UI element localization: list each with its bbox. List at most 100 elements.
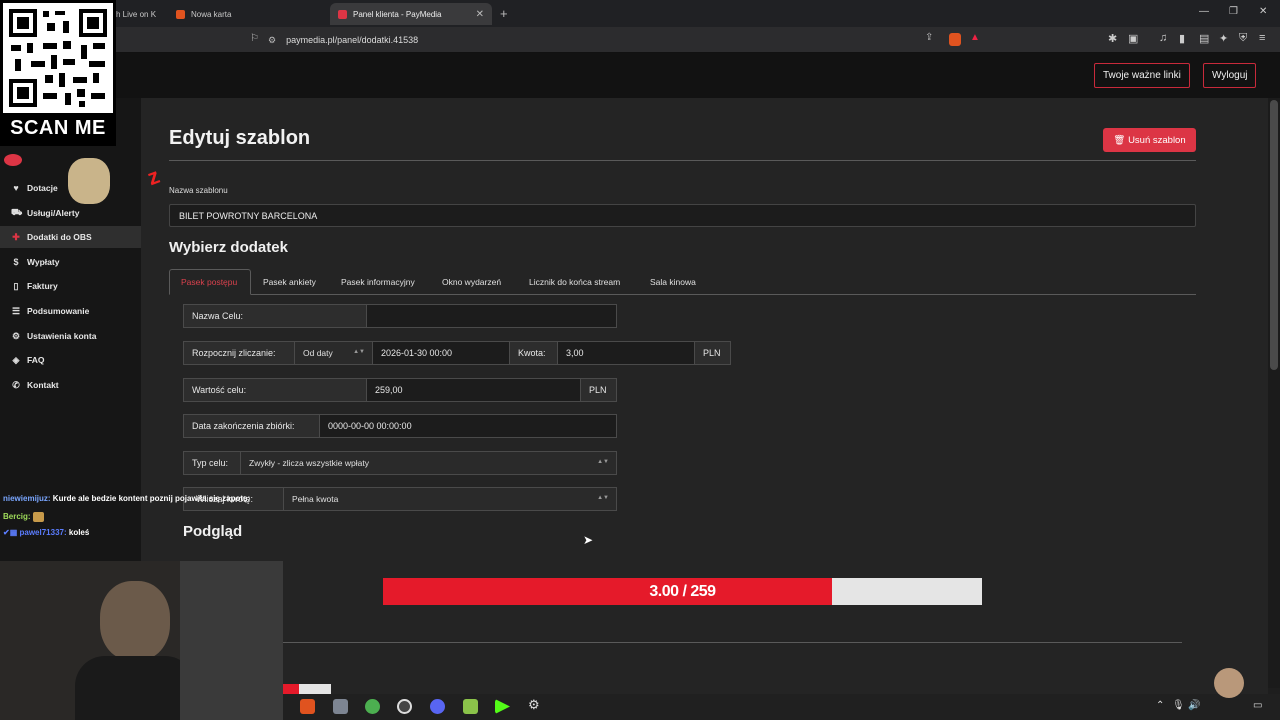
dollar-icon: $ <box>13 257 19 267</box>
screenshot-icon[interactable]: ▣ <box>1128 32 1138 45</box>
addon-tabs: Pasek postępu Pasek ankiety Pasek inform… <box>169 269 1196 295</box>
files-taskbar-icon[interactable] <box>333 699 348 714</box>
sidebar-item-label: Usługi/Alerty <box>27 208 80 218</box>
sidebar-item-label: Dotacje <box>27 183 58 193</box>
chat-message: ✔▦ pawel71337: koleś <box>3 528 89 537</box>
start-mode-select[interactable]: Od daty ▲▼ <box>294 341 373 365</box>
template-name-input[interactable] <box>169 204 1196 227</box>
url-field[interactable]: ⚙ paymedia.pl/panel/dodatki.41538 <box>268 31 988 49</box>
heart-icon: ♥ <box>13 183 19 193</box>
start-date-input[interactable]: 2026-01-30 00:00 <box>372 341 510 365</box>
qr-code-overlay: SCAN ME <box>0 0 116 146</box>
menu-icon[interactable]: ≡ <box>1259 32 1265 44</box>
chat-text: koleś <box>68 528 90 537</box>
obs-taskbar-icon[interactable] <box>397 699 412 714</box>
ai-icon[interactable]: ✦ <box>1219 32 1228 45</box>
goal-type-select[interactable]: Zwykły - zlicza wszystkie wpłaty ▲▼ <box>240 451 617 475</box>
webcam-overlay <box>0 561 283 720</box>
url-text: paymedia.pl/panel/dodatki.41538 <box>286 35 419 45</box>
sidebar-item-settings[interactable]: ⚙ Ustawienia konta <box>0 325 141 347</box>
microphone-icon[interactable]: 🎙 <box>1172 700 1185 711</box>
app-taskbar-icon[interactable] <box>463 699 478 714</box>
browser-tab[interactable]: Nowa karta <box>168 3 328 25</box>
sidebar-item-contact[interactable]: ✆ Kontakt <box>0 374 141 396</box>
tab-cinema-room[interactable]: Sala kinowa <box>639 269 707 295</box>
settings-taskbar-icon[interactable]: ⚙ <box>528 697 540 713</box>
close-tab-icon[interactable]: ✕ <box>476 9 484 20</box>
tab-progress-bar[interactable]: Pasek postępu <box>169 269 251 295</box>
delete-template-label: Usuń szablon <box>1128 134 1186 146</box>
webcam-background <box>180 561 283 720</box>
start-counting-label: Rozpocznij zliczanie: <box>183 341 295 365</box>
os-taskbar: ⚙ ⌃ 🎙 🔊 ▭ <box>283 694 1280 720</box>
goal-value-input[interactable]: 259,00 <box>366 378 581 402</box>
browser-tab[interactable]: h Live on K <box>108 3 168 25</box>
goal-value-label: Wartość celu: <box>183 378 367 402</box>
puzzle-icon: ✚ <box>12 231 20 242</box>
chrome-taskbar-icon[interactable] <box>365 699 380 714</box>
scrollbar-thumb[interactable] <box>1270 100 1278 370</box>
end-date-input[interactable]: 0000-00-00 00:00:00 <box>319 414 617 438</box>
extensions-icon[interactable]: ✱ <box>1108 32 1117 45</box>
notifications-icon[interactable]: ▭ <box>1253 700 1262 711</box>
goal-type-label: Typ celu: <box>183 451 241 475</box>
tab-event-window[interactable]: Okno wydarzeń <box>431 269 512 295</box>
small-progress-icon <box>283 684 331 694</box>
volume-icon[interactable]: 🔊 <box>1188 700 1200 711</box>
sidebar-item-summary[interactable]: ☰ Podsumowanie <box>0 300 141 322</box>
payment-amount-select[interactable]: Pełna kwota ▲▼ <box>283 487 617 511</box>
vpn-icon[interactable]: ⛨ <box>1239 32 1247 45</box>
tray-chevron-icon[interactable]: ⌃ <box>1156 700 1164 711</box>
sidebar-item-invoices[interactable]: ▯ Faktury <box>0 275 141 297</box>
list-icon: ☰ <box>11 305 21 316</box>
amount-label: Kwota: <box>509 341 558 365</box>
sidebar-item-label: Dodatki do OBS <box>27 232 92 242</box>
brave-taskbar-icon[interactable] <box>300 699 315 714</box>
goal-type-value: Zwykły - zlicza wszystkie wpłaty <box>249 458 369 468</box>
page-scrollbar[interactable] <box>1268 98 1280 688</box>
kick-taskbar-icon[interactable] <box>495 699 510 714</box>
bookmark-icon[interactable]: ⚐ <box>250 33 259 44</box>
close-window-icon[interactable]: ✕ <box>1259 6 1267 17</box>
page-title: Edytuj szablon <box>169 127 311 149</box>
select-caret-icon: ▲▼ <box>597 495 609 501</box>
new-tab-icon[interactable]: + <box>500 6 508 21</box>
site-settings-icon[interactable]: ⚙ <box>268 35 276 46</box>
tab-poll-bar[interactable]: Pasek ankiety <box>252 269 327 295</box>
minimize-icon[interactable]: — <box>1199 6 1209 17</box>
restore-icon[interactable]: ❐ <box>1229 6 1238 17</box>
chat-user: niewiemijuz: <box>3 494 51 503</box>
logout-button[interactable]: Wyloguj <box>1203 63 1257 88</box>
music-icon[interactable]: ♫ <box>1159 32 1167 44</box>
file-icon: ▯ <box>13 280 19 291</box>
progress-text: 3.00 / 259 <box>649 582 716 600</box>
delete-template-button[interactable]: 🗑 Usuń szablon <box>1103 128 1196 152</box>
sidebar-item-payouts[interactable]: $ Wypłaty <box>0 251 141 273</box>
sidebar-item-faq[interactable]: ◈ FAQ <box>0 349 141 371</box>
discord-taskbar-icon[interactable] <box>430 699 445 714</box>
layers-icon: ◈ <box>12 354 20 365</box>
brave-shields-icon[interactable] <box>949 33 961 46</box>
paymedia-favicon-icon <box>338 9 347 19</box>
browser-tab-active[interactable]: Panel klienta - PayMedia ✕ <box>330 3 492 25</box>
end-date-label: Data zakończenia zbiórki: <box>183 414 320 438</box>
sidebar-item-label: Podsumowanie <box>27 306 90 316</box>
mouse-cursor-icon: ➤ <box>583 533 594 547</box>
sidebar-toggle-icon[interactable]: ▮ <box>1179 32 1185 45</box>
rewards-icon[interactable]: ▲ <box>970 32 980 43</box>
progress-bar-preview: 3.00 / 259 <box>383 578 982 605</box>
tab-info-bar[interactable]: Pasek informacyjny <box>330 269 426 295</box>
tab-stream-countdown[interactable]: Licznik do końca stream <box>518 269 631 295</box>
badge-icon: ✔▦ <box>3 528 18 537</box>
sidebar-item-services[interactable]: ⛟ Usługi/Alerty <box>0 202 141 224</box>
wallet-icon[interactable]: ▤ <box>1199 32 1209 45</box>
amount-input[interactable]: 3,00 <box>557 341 695 365</box>
goal-name-label: Nazwa Celu: <box>183 304 367 328</box>
currency-addon: PLN <box>580 378 617 402</box>
goal-name-input[interactable] <box>366 304 617 328</box>
important-links-button[interactable]: Twoje ważne linki <box>1094 63 1190 88</box>
sidebar-item-label: Ustawienia konta <box>27 331 97 341</box>
sidebar-item-obs-addons[interactable]: ✚ Dodatki do OBS <box>0 226 141 248</box>
share-icon[interactable]: ⇪ <box>925 32 933 43</box>
qr-code-graphic <box>9 9 107 107</box>
